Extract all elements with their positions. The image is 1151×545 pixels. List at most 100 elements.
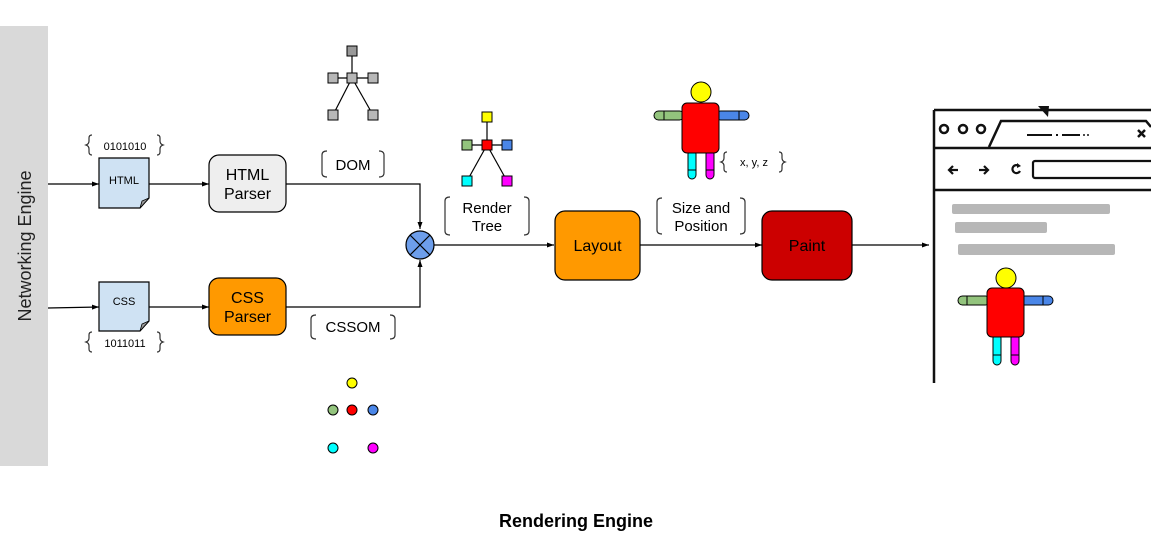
style-dot-cyan [327,442,339,454]
render-tree-line2: Tree [472,218,502,235]
figure-left-leg [687,149,697,180]
dom-label: DOM [336,157,371,174]
cssom-label: CSSOM [325,319,380,336]
networking-engine-label: Networking Engine [15,170,35,321]
render-node-red [481,139,493,151]
style-dot-yellow [346,377,358,389]
window-control-dot [975,123,987,135]
back-arrow-icon [947,165,958,175]
networking-engine-panel: Networking Engine [0,26,48,466]
window-control-dot [957,123,969,135]
css-document-label: CSS [113,296,136,308]
css-bytes-annotation: 1011011 [84,331,165,353]
forward-arrow-icon [979,165,990,175]
figure-left-leg [992,333,1002,366]
figure-right-leg [705,149,715,180]
figure-right-arm [715,110,750,121]
figure-head [690,81,712,103]
style-dot-red [346,404,358,416]
right-paren [739,197,746,235]
window-control-dot [938,123,950,135]
left-paren [444,196,451,236]
layout-figure-icon [653,81,750,180]
html-parser-line1: HTML [226,167,270,184]
figure-body [681,102,720,154]
right-paren [523,196,530,236]
rendering-pipeline-diagram: Networking Engine 0101010 HTML HTML Pars… [0,26,1151,531]
figure-left-arm [653,110,685,121]
html-bytes-annotation: 0101010 [84,134,165,156]
tab-close-icon [1137,129,1146,138]
render-tree-annotation: Render Tree [444,196,530,236]
paint-node: Paint [761,210,853,281]
dom-node [367,72,379,84]
coords-label: x, y, z [740,157,768,169]
figure-right-arm [1019,295,1054,306]
render-tree-line1: Render [462,200,511,217]
left-brace [719,151,728,173]
dom-node [346,45,358,57]
css-bytes-label: 1011011 [104,338,145,350]
render-node-green [461,139,473,151]
right-brace [156,331,165,353]
css-parser-line1: CSS [231,290,264,307]
left-brace [84,331,93,353]
dom-node [327,72,339,84]
right-brace [156,134,165,156]
combine-node [405,230,435,260]
layout-label: Layout [573,238,622,255]
left-paren [310,314,317,340]
css-parser-node: CSS Parser [208,277,287,336]
right-paren [389,314,396,340]
cssom-annotation: CSSOM [310,314,396,340]
address-bar [1031,159,1151,180]
network-to-css-arrow [47,304,100,310]
cssom-style-dots-icon [327,377,379,454]
html-parser-node: HTML Parser [208,154,287,213]
cssom-to-combine-arrow [286,260,423,308]
render-node-blue [501,139,513,151]
html-document-label: HTML [109,175,139,187]
reload-icon [1011,163,1021,175]
style-dot-blue [367,404,379,416]
diagram-title: Rendering Engine [499,511,653,531]
html-document-icon: HTML [98,157,150,209]
size-position-annotation: Size and Position [656,197,746,235]
html-parser-line2: Parser [224,186,272,203]
style-dot-green [327,404,339,416]
dom-tree-icon [327,45,379,121]
render-node-cyan [461,175,473,187]
dom-node [327,109,339,121]
dom-node [367,109,379,121]
content-skeleton-line [952,204,1110,214]
css-parser-line2: Parser [224,309,272,326]
style-dot-magenta [367,442,379,454]
right-brace [778,151,787,173]
browser-window-illustration [932,106,1151,383]
content-skeleton-line [955,222,1047,233]
left-paren [321,150,328,178]
content-skeleton-line [958,244,1115,255]
size-position-line2: Position [674,218,727,235]
dom-to-combine-arrow [286,183,423,229]
cursor-pointer-icon [1038,106,1049,117]
figure-body [986,287,1025,338]
dom-node [346,72,358,84]
css-document-icon: CSS [98,281,150,332]
html-bytes-label: 0101010 [104,141,147,153]
figure-left-arm [957,295,991,306]
render-tree-icon [461,111,513,187]
dom-annotation: DOM [321,150,385,178]
right-paren [378,150,385,178]
painted-figure-icon [957,267,1054,366]
size-position-line1: Size and [672,200,730,217]
figure-right-leg [1010,333,1020,366]
figure-head [995,267,1017,289]
layout-node: Layout [554,210,641,281]
left-paren [656,197,663,235]
coords-annotation: x, y, z [719,151,787,173]
left-brace [84,134,93,156]
paint-label: Paint [789,238,826,255]
render-node-yellow [481,111,493,123]
render-node-magenta [501,175,513,187]
